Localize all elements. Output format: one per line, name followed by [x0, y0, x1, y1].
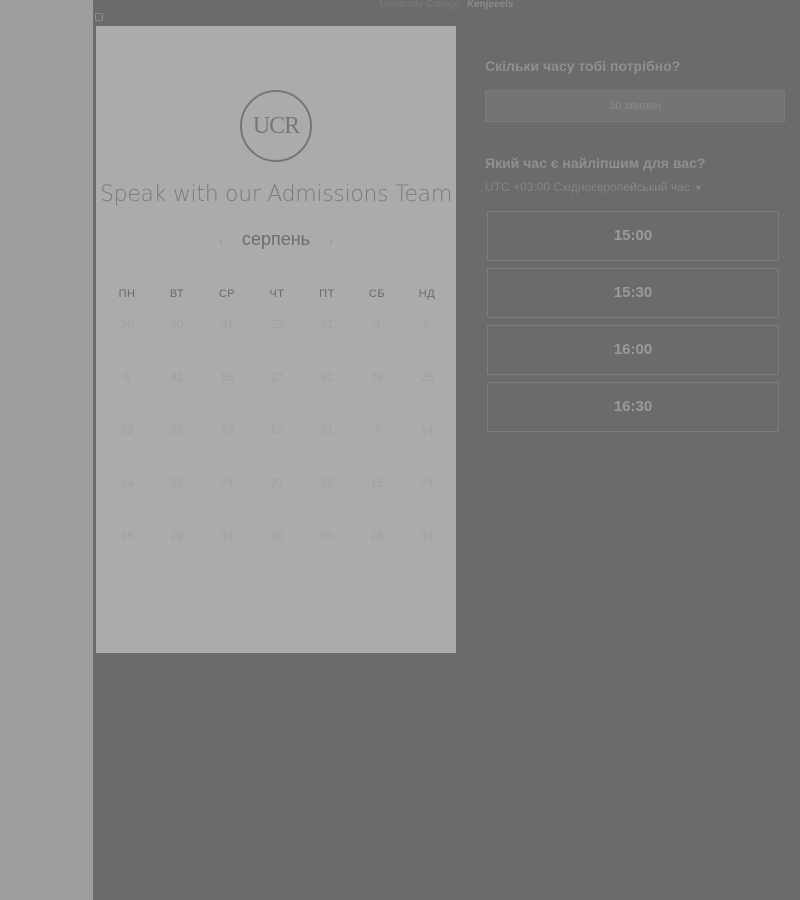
time-slot-button[interactable]: 15:00	[487, 211, 779, 261]
calendar-day[interactable]: 25	[252, 528, 302, 581]
calendar-day[interactable]: 28	[352, 528, 402, 581]
time-slot-button[interactable]: 16:30	[487, 382, 779, 432]
calendar-day[interactable]: 22	[102, 422, 152, 475]
calendar-day[interactable]: 31	[402, 528, 452, 581]
month-navigation: ‹ серпень ›	[96, 229, 456, 255]
calendar-day[interactable]: 15	[102, 528, 152, 581]
corner-icon	[95, 13, 103, 21]
calendar-day[interactable]: 20	[302, 528, 352, 581]
calendar-day[interactable]: 22	[302, 475, 352, 528]
time-slot-button[interactable]: 15:30	[487, 268, 779, 318]
weekday-label: СБ	[368, 288, 386, 300]
calendar-day[interactable]: 13	[202, 422, 252, 475]
left-gutter	[0, 0, 93, 900]
duration-select[interactable]: 30 хвилин	[485, 90, 785, 122]
calendar-day[interactable]: 31	[302, 422, 352, 475]
calendar-day[interactable]: 6	[102, 369, 152, 422]
card-title: Speak with our Admissions Team	[99, 182, 452, 207]
month-label: серпень	[241, 229, 311, 249]
calendar-day[interactable]: 31	[152, 369, 202, 422]
calendar-day[interactable]: 25	[402, 369, 452, 422]
calendar-day[interactable]: 24	[202, 475, 252, 528]
calendar-week: 14 28 24 21 22 15 24	[102, 475, 452, 528]
calendar-grid: 30 30 31 29 31 4 5 6 31 15 27 31 29 25 2…	[102, 316, 452, 581]
calendar-day[interactable]: 31	[202, 528, 252, 581]
calendar-day[interactable]: 14	[402, 422, 452, 475]
calendar-day[interactable]: 3	[352, 422, 402, 475]
time-question: Який час є найліпшим для вас?	[485, 155, 706, 171]
chevron-left-icon[interactable]: ‹	[211, 232, 231, 248]
calendar-day[interactable]: 21	[252, 475, 302, 528]
calendar-week: 6 31 15 27 31 29 25	[102, 369, 452, 422]
calendar-day[interactable]: 5	[402, 316, 452, 369]
college-text: University College	[379, 0, 461, 10]
calendar-week: 22 22 13 13 31 3 14	[102, 422, 452, 475]
timezone-select[interactable]: UTC +03:00 Східноєвропейський час ▼	[485, 180, 703, 194]
calendar-day[interactable]: 14	[102, 475, 152, 528]
weekday-label: СР	[218, 288, 236, 300]
calendar-day[interactable]: 15	[352, 475, 402, 528]
calendar-day[interactable]: 15	[202, 369, 252, 422]
weekday-label: ЧТ	[269, 288, 285, 300]
weekday-label: ПТ	[319, 288, 335, 300]
calendar-day[interactable]: 30	[102, 316, 152, 369]
calendar-day[interactable]: 13	[252, 422, 302, 475]
weekday-label: НД	[418, 288, 436, 300]
chevron-right-icon[interactable]: ›	[321, 232, 341, 248]
time-slot-list: 15:00 15:30 16:00 16:30	[487, 211, 779, 439]
calendar-day[interactable]: 30	[152, 316, 202, 369]
calendar-card: UCR Speak with our Admissions Team ‹ сер…	[96, 26, 456, 653]
weekday-header: ПН ВТ СР ЧТ ПТ СБ НД	[102, 288, 452, 300]
calendar-day[interactable]: 27	[252, 369, 302, 422]
time-slot-button[interactable]: 16:00	[487, 325, 779, 375]
calendar-day[interactable]: 31	[302, 369, 352, 422]
timezone-label: UTC +03:00 Східноєвропейський час	[485, 180, 690, 194]
calendar-day[interactable]: 28	[152, 475, 202, 528]
chevron-down-icon: ▼	[693, 183, 703, 193]
calendar-day[interactable]: 4	[352, 316, 402, 369]
calendar-week: 30 30 31 29 31 4 5	[102, 316, 452, 369]
ucr-logo: UCR	[240, 90, 312, 162]
duration-question: Скільки часу тобі потрібно?	[485, 58, 681, 74]
calendar-week: 15 29 31 25 20 28 31	[102, 528, 452, 581]
weekday-label: ПН	[118, 288, 136, 300]
calendar-day[interactable]: 31	[202, 316, 252, 369]
calendar-day[interactable]: 29	[352, 369, 402, 422]
calendar-day[interactable]: 24	[402, 475, 452, 528]
calendar-day[interactable]: 31	[302, 316, 352, 369]
top-strip: University College Kenjeeels	[93, 0, 800, 26]
calendar-day[interactable]: 22	[152, 422, 202, 475]
calendar-day[interactable]: 29	[152, 528, 202, 581]
brand-text: Kenjeeels	[466, 0, 514, 10]
weekday-label: ВТ	[169, 288, 185, 300]
calendar-day[interactable]: 29	[252, 316, 302, 369]
